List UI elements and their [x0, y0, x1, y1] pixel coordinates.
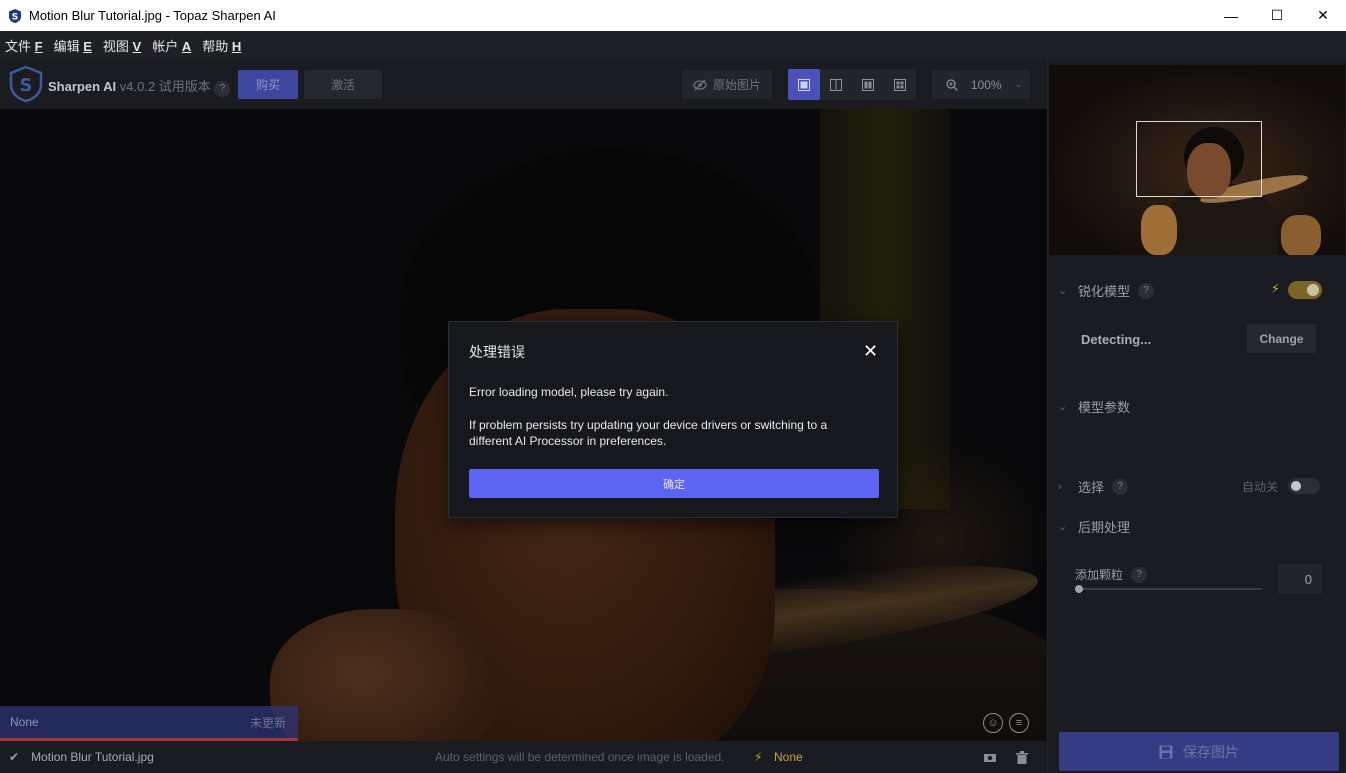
trash-icon[interactable]	[1016, 750, 1028, 764]
chevron-right-icon: ›	[1058, 480, 1062, 493]
save-icon	[1159, 745, 1173, 758]
ok-button[interactable]: 确定	[469, 469, 879, 498]
strip-model-label: None	[10, 715, 39, 729]
window-title: Motion Blur Tutorial.jpg - Topaz Sharpen…	[29, 8, 276, 23]
bottom-status-bar: ✔ Motion Blur Tutorial.jpg Auto settings…	[0, 741, 1047, 773]
activate-button[interactable]: 激活	[304, 70, 382, 99]
dialog-message-primary: Error loading model, please try again.	[469, 385, 669, 399]
thumb-basket-right	[1281, 215, 1321, 255]
help-icon[interactable]: ?	[1112, 478, 1129, 495]
save-image-button[interactable]: 保存图片	[1059, 732, 1339, 771]
version-label: v4.0.2 试用版本	[119, 79, 211, 94]
menu-edit[interactable]: 编辑 E	[54, 36, 92, 55]
view-split-button[interactable]	[820, 69, 852, 100]
chevron-down-icon: ⌄	[1014, 79, 1022, 89]
minimize-button[interactable]: —	[1208, 0, 1254, 31]
menu-account[interactable]: 帐户 A	[152, 36, 191, 55]
sharpen-app-icon: S	[9, 8, 21, 23]
chevron-down-icon: ⌄	[1058, 521, 1068, 533]
auto-model-toggle[interactable]	[1288, 281, 1322, 299]
eye-off-icon	[693, 79, 707, 90]
split-view-icon	[830, 78, 842, 91]
close-window-button[interactable]: ✕	[1300, 0, 1346, 31]
close-icon[interactable]: ✕	[863, 341, 878, 362]
auto-settings-text: Auto settings will be determined once im…	[435, 750, 725, 764]
lightning-icon: ⚡	[754, 750, 763, 764]
view-single-button[interactable]	[788, 69, 820, 100]
add-grain-label: 添加颗粒 ?	[1075, 566, 1148, 583]
dialog-title: 处理错误	[469, 344, 525, 360]
menu-view[interactable]: 视图 V	[103, 36, 141, 55]
detecting-label: Detecting...	[1081, 332, 1152, 347]
neutral-face-icon[interactable]: ≡	[1009, 713, 1029, 733]
zoom-control[interactable]: 100% ⌄	[932, 70, 1030, 99]
dialog-message-secondary: If problem persists try updating your de…	[469, 418, 828, 448]
model-status-strip: None 未更新	[0, 706, 298, 741]
top-toolbar: S Sharpen AI v4.0.2 试用版本 ? 购买 激活 原始图片 10…	[0, 59, 1047, 109]
grain-slider-handle[interactable]	[1075, 585, 1083, 593]
change-model-button[interactable]: Change	[1247, 324, 1316, 353]
menu-help[interactable]: 帮助 H	[202, 36, 241, 55]
grid-view-icon	[894, 78, 906, 91]
svg-text:S: S	[12, 12, 18, 22]
single-view-icon	[798, 78, 810, 91]
view-side-by-side-button[interactable]	[852, 69, 884, 100]
svg-text:S: S	[20, 75, 33, 96]
section-sharpen-model[interactable]: ⌄ 锐化模型 ?	[1058, 281, 1155, 300]
thumb-basket-left	[1141, 205, 1177, 255]
chevron-down-icon: ⌄	[1058, 401, 1068, 413]
window-titlebar: S Motion Blur Tutorial.jpg - Topaz Sharp…	[0, 0, 1346, 31]
section-post-processing[interactable]: ⌄ 后期处理	[1058, 517, 1130, 536]
navigator-thumbnail[interactable]	[1049, 65, 1345, 255]
help-icon[interactable]: ?	[1138, 282, 1155, 299]
grain-slider-track[interactable]	[1077, 588, 1262, 590]
buy-button[interactable]: 购买	[238, 70, 298, 99]
selection-toggle[interactable]	[1288, 478, 1320, 494]
camera-icon[interactable]	[983, 752, 997, 763]
chevron-down-icon: ⌄	[1058, 285, 1068, 297]
auto-off-label: 自动关	[1242, 480, 1279, 494]
section-model-params[interactable]: ⌄ 模型参数	[1058, 397, 1130, 416]
current-model: None	[774, 750, 803, 764]
lightning-icon: ⚡	[1270, 281, 1280, 296]
right-panel: ⌄ 锐化模型 ? ⚡ Detecting... Change ⌄ 模型参数 › …	[1047, 59, 1346, 773]
view-grid-button[interactable]	[884, 69, 916, 100]
side-by-side-icon	[862, 78, 874, 91]
zoom-in-icon	[946, 78, 958, 91]
help-icon[interactable]: ?	[214, 80, 231, 97]
help-icon[interactable]: ?	[1131, 566, 1148, 583]
navigator-viewport[interactable]	[1136, 121, 1262, 197]
grain-value-input[interactable]: 0	[1278, 564, 1322, 594]
show-original-button[interactable]: 原始图片	[682, 70, 772, 99]
error-dialog: 处理错误 ✕ Error loading model, please try a…	[448, 321, 898, 518]
app-brand: Sharpen AI v4.0.2 试用版本 ?	[48, 76, 231, 97]
feedback-group: ☺ ≡	[983, 713, 1029, 733]
menu-bar: 文件 F 编辑 E 视图 V 帐户 A 帮助 H	[0, 31, 1346, 59]
smile-icon[interactable]: ☺	[983, 713, 1003, 733]
section-selection[interactable]: › 选择 ?	[1058, 477, 1129, 496]
zoom-level: 100%	[970, 77, 1002, 92]
view-mode-group	[788, 69, 916, 100]
file-name: Motion Blur Tutorial.jpg	[31, 750, 154, 764]
checkmark-icon[interactable]: ✔	[9, 750, 19, 764]
maximize-button[interactable]: ☐	[1254, 0, 1300, 31]
strip-update-label: 未更新	[249, 715, 286, 730]
menu-file[interactable]: 文件 F	[5, 36, 43, 55]
topaz-logo-icon: S	[9, 65, 43, 103]
